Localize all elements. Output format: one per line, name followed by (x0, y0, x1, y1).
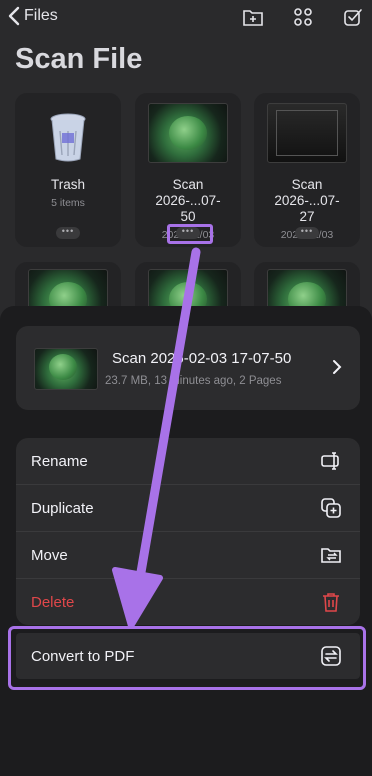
menu-item-move[interactable]: Move (16, 532, 360, 579)
screen: Files Scan File Trash 5 items ••• Scan 2… (0, 0, 372, 776)
new-folder-icon[interactable] (242, 6, 264, 28)
file-thumbnail (34, 348, 98, 390)
menu-item-duplicate[interactable]: Duplicate (16, 485, 360, 532)
rename-icon (321, 452, 339, 470)
scan-thumbnail (267, 103, 347, 163)
chevron-right-icon (333, 360, 342, 374)
back-label: Files (24, 7, 58, 24)
duplicate-icon (321, 498, 341, 518)
menu-item-rename[interactable]: Rename (16, 438, 360, 485)
menu-item-label: Duplicate (31, 500, 94, 517)
trash-bin-icon (48, 111, 88, 163)
grid-item-trash[interactable]: Trash 5 items ••• (15, 93, 121, 247)
menu-item-label: Move (31, 547, 68, 564)
menu-item-delete[interactable]: Delete (16, 579, 360, 625)
convert-highlight (8, 626, 366, 690)
trash-icon (323, 593, 339, 612)
nav-bar: Files (0, 0, 372, 34)
file-info-card[interactable]: Scan 2026-02-03 17-07-50 23.7 MB, 13 min… (16, 326, 360, 410)
more-button[interactable]: ••• (295, 227, 319, 239)
grid-view-icon[interactable] (292, 6, 314, 28)
chevron-left-icon (8, 6, 20, 26)
more-button[interactable]: ••• (56, 227, 80, 239)
action-sheet: Scan 2026-02-03 17-07-50 23.7 MB, 13 min… (0, 306, 372, 776)
file-title: Scan 2026-02-03 17-07-50 (112, 350, 292, 367)
item-name: Scan 2026-...07-50 (155, 177, 221, 224)
back-button[interactable]: Files (8, 6, 58, 26)
move-folder-icon (321, 548, 341, 563)
file-subtitle: 23.7 MB, 13 minutes ago, 2 Pages (105, 375, 282, 387)
select-icon[interactable] (342, 6, 364, 28)
scan-thumbnail (148, 103, 228, 163)
item-meta: 5 items (51, 197, 85, 209)
more-button-highlight (167, 224, 213, 244)
item-name: Trash (50, 177, 85, 192)
item-name: Scan 2026-...07-27 (274, 177, 340, 224)
page-title: Scan File (15, 43, 143, 75)
menu-item-label: Delete (31, 594, 75, 611)
grid-item-scan-2[interactable]: Scan 2026-...07-27 2026/02/03 ••• (254, 93, 360, 247)
menu-item-label: Rename (31, 453, 88, 470)
action-menu: Rename Duplicate Move Delete (16, 438, 360, 625)
